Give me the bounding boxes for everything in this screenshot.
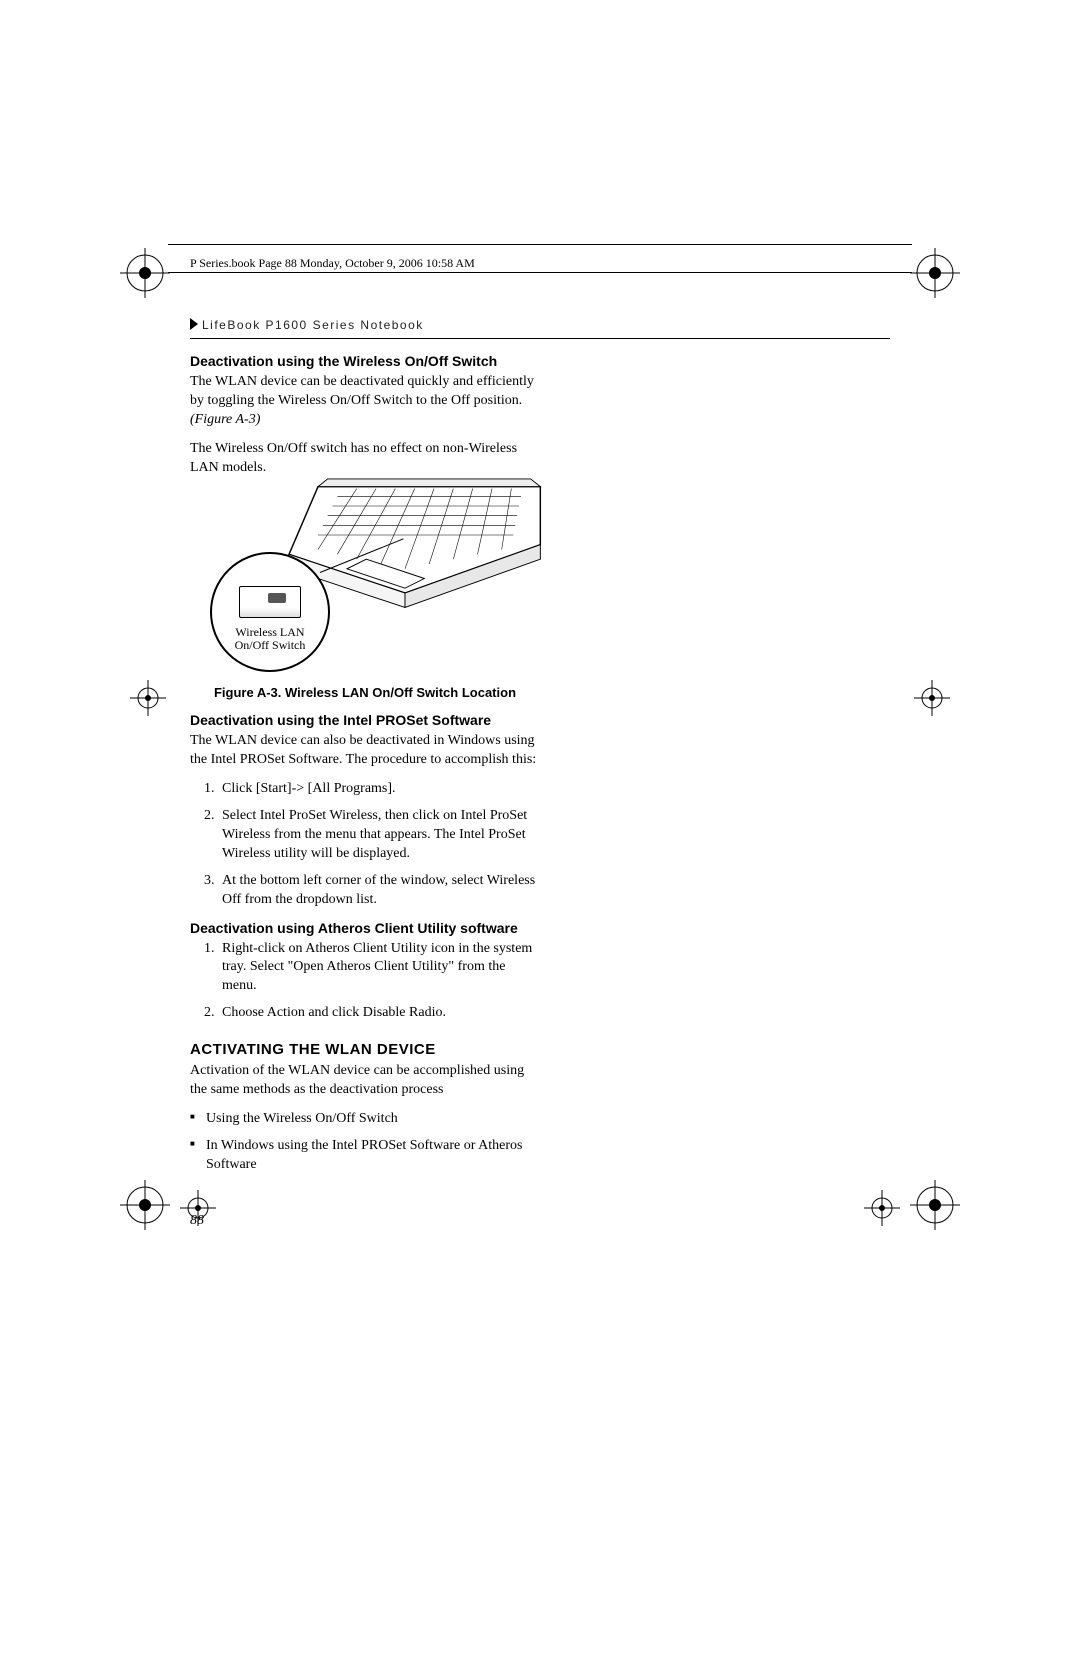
running-head: LifeBook P1600 Series Notebook xyxy=(190,318,890,332)
page-number: 88 xyxy=(190,1213,204,1229)
reg-target-right-b xyxy=(864,1190,900,1226)
atheros-steps: Right-click on Atheros Client Utility ic… xyxy=(190,940,540,1024)
crop-mark-br xyxy=(910,1180,960,1230)
proset-steps: Click [Start]-> [All Programs]. Select I… xyxy=(190,780,540,909)
wireless-switch-icon xyxy=(239,586,301,618)
content-column: LifeBook P1600 Series Notebook Deactivat… xyxy=(190,318,890,1185)
header-rule-inner xyxy=(168,272,912,273)
main-text-column: Deactivation using the Wireless On/Off S… xyxy=(190,353,540,1175)
activating-bullet-2: In Windows using the Intel PROSet Softwa… xyxy=(190,1137,540,1175)
para-proset-intro: The WLAN device can also be deactivated … xyxy=(190,732,540,770)
page-header: P Series.book Page 88 Monday, October 9,… xyxy=(190,256,890,271)
heading-deactivate-atheros: Deactivation using Atheros Client Utilit… xyxy=(190,920,540,936)
figure-a3: Wireless LAN On/Off Switch xyxy=(190,487,540,677)
header-rule xyxy=(168,244,912,245)
callout-text-l1: Wireless LAN xyxy=(235,625,304,639)
reg-target-left xyxy=(130,680,166,716)
running-head-rule xyxy=(190,338,890,339)
atheros-step-1: Right-click on Atheros Client Utility ic… xyxy=(218,940,540,997)
heading-deactivate-switch: Deactivation using the Wireless On/Off S… xyxy=(190,353,540,369)
proset-step-3: At the bottom left corner of the window,… xyxy=(218,872,540,910)
crop-mark-tl xyxy=(120,248,170,298)
figure-ref: (Figure A-3) xyxy=(190,412,260,427)
para-switch-1-text: The WLAN device can be deactivated quick… xyxy=(190,374,534,408)
callout-text-l2: On/Off Switch xyxy=(235,638,306,652)
reg-target-right xyxy=(914,680,950,716)
crop-mark-tr xyxy=(910,248,960,298)
callout-circle: Wireless LAN On/Off Switch xyxy=(210,552,330,672)
crop-mark-bl xyxy=(120,1180,170,1230)
proset-step-1: Click [Start]-> [All Programs]. xyxy=(218,780,540,799)
para-activating: Activation of the WLAN device can be acc… xyxy=(190,1062,540,1100)
para-switch-1: The WLAN device can be deactivated quick… xyxy=(190,373,540,430)
heading-deactivate-proset: Deactivation using the Intel PROSet Soft… xyxy=(190,712,540,728)
activating-bullet-1: Using the Wireless On/Off Switch xyxy=(190,1110,540,1129)
proset-step-2: Select Intel ProSet Wireless, then click… xyxy=(218,807,540,864)
para-switch-2: The Wireless On/Off switch has no effect… xyxy=(190,440,540,478)
figure-caption: Figure A-3. Wireless LAN On/Off Switch L… xyxy=(190,685,540,700)
heading-activating: ACTIVATING THE WLAN DEVICE xyxy=(190,1041,540,1058)
atheros-step-2: Choose Action and click Disable Radio. xyxy=(218,1004,540,1023)
callout-text: Wireless LAN On/Off Switch xyxy=(235,626,306,652)
activating-bullets: Using the Wireless On/Off Switch In Wind… xyxy=(190,1110,540,1175)
